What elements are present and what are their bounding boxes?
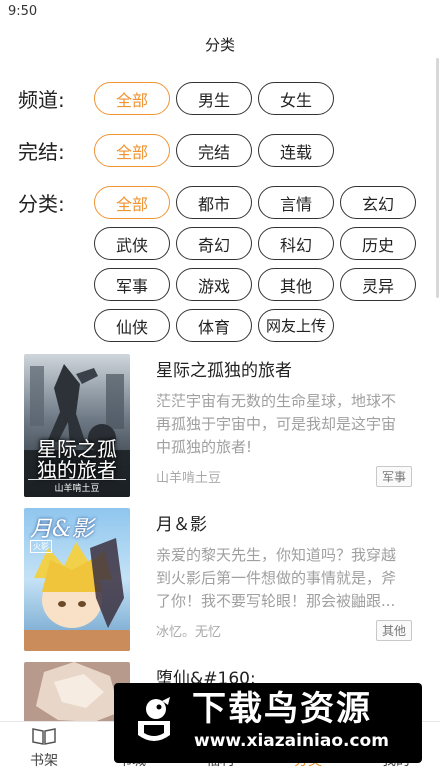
chip-status-ongoing[interactable]: 连载 (258, 134, 334, 167)
book-title: 星际之孤独的旅者 (156, 361, 292, 381)
cover-title: 星际之孤独的旅者 (37, 437, 117, 482)
chip-category-wuxia[interactable]: 武侠 (94, 227, 170, 260)
cover-title: 月&影 (30, 517, 94, 542)
chip-category-scifi[interactable]: 科幻 (258, 227, 334, 260)
book-author: 冰忆。无忆 (156, 625, 222, 640)
book-category-badge: 其他 (375, 620, 412, 641)
bird-logo-icon (122, 691, 186, 755)
filter-label-category: 分类: (18, 192, 65, 216)
book-desc-line: 再孤独于宇宙中，可是我却是这宇宙 (156, 415, 397, 433)
chip-category-urban[interactable]: 都市 (176, 186, 252, 219)
chip-category-supernatural[interactable]: 灵异 (340, 268, 416, 301)
book-item[interactable]: 星际之孤独的旅者 山羊啃土豆 星际之孤独的旅者 茫茫宇宙有无数的生命星球，地球不… (0, 354, 440, 506)
tab-label: 书架 (30, 753, 58, 769)
chip-status-all[interactable]: 全部 (94, 134, 170, 167)
chip-category-romance[interactable]: 言情 (258, 186, 334, 219)
chip-category-xianxia[interactable]: 仙侠 (94, 309, 170, 342)
book-author: 山羊啃土豆 (156, 471, 222, 486)
watermark-url: www.xiazainiao.com (194, 731, 389, 751)
chip-status-finished[interactable]: 完结 (176, 134, 252, 167)
tab-bookshelf[interactable]: 书架 (0, 722, 88, 770)
status-bar: 9:50 (0, 0, 440, 26)
book-cover-image: 星际之孤独的旅者 山羊啃土豆 (24, 354, 130, 497)
chip-category-fantasy[interactable]: 玄幻 (340, 186, 416, 219)
filter-label-status: 完结: (18, 140, 65, 164)
chip-category-magic[interactable]: 奇幻 (176, 227, 252, 260)
book-open-icon (32, 728, 56, 745)
book-desc-line: 亲爱的黎天先生，你知道吗？我穿越 (156, 546, 397, 564)
book-desc-line: 茫茫宇宙有无数的生命星球，地球不 (156, 392, 397, 410)
chip-category-military[interactable]: 军事 (94, 268, 170, 301)
book-desc-line: 到火影后第一件想做的事情就是，斧 (156, 569, 397, 587)
chip-category-sports[interactable]: 体育 (176, 309, 252, 342)
watermark-banner: 下载鸟资源 www.xiazainiao.com (114, 683, 422, 763)
book-title: 月＆影 (156, 515, 207, 535)
scrollbar[interactable] (436, 58, 439, 298)
chip-channel-male[interactable]: 男生 (176, 82, 252, 115)
watermark-title: 下载鸟资源 (192, 689, 372, 729)
chip-category-user-upload[interactable]: 网友上传 (258, 309, 334, 342)
book-cover-image: 月&影 火影 (24, 508, 130, 651)
cover-author: 山羊啃土豆 (28, 479, 126, 494)
chip-category-game[interactable]: 游戏 (176, 268, 252, 301)
cover-tag: 火影 (30, 540, 52, 553)
book-description: 亲爱的黎天先生，你知道吗？我穿越 到火影后第一件想做的事情就是，斧 了你！我不要… (156, 544, 418, 614)
chip-channel-female[interactable]: 女生 (258, 82, 334, 115)
chip-category-all[interactable]: 全部 (94, 186, 170, 219)
chip-category-other[interactable]: 其他 (258, 268, 334, 301)
book-description: 茫茫宇宙有无数的生命星球，地球不 再孤独于宇宙中，可是我却是这宇宙 中孤独的旅者… (156, 390, 418, 460)
book-category-badge: 军事 (375, 466, 412, 487)
filter-label-channel: 频道: (18, 88, 65, 112)
chip-category-history[interactable]: 历史 (340, 227, 416, 260)
book-desc-line: 中孤独的旅者! (156, 438, 253, 456)
status-time: 9:50 (8, 4, 38, 19)
chip-channel-all[interactable]: 全部 (94, 82, 170, 115)
book-desc-line: 了你！我不要写轮眼！那会被鼬跟... (156, 592, 396, 610)
page-title: 分类 (204, 36, 235, 54)
book-item[interactable]: 月&影 火影 月＆影 亲爱的黎天先生，你知道吗？我穿越 到火影后第一件想做的事情… (0, 508, 440, 660)
